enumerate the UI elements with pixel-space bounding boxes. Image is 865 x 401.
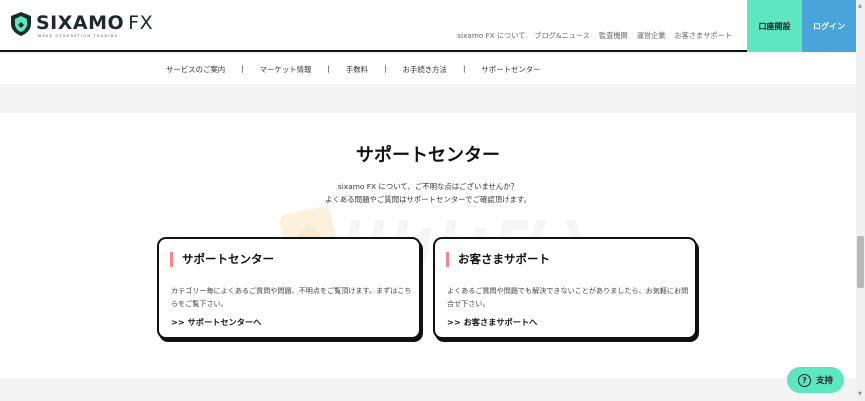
card-heading: お客さまサポート <box>446 252 550 267</box>
logo[interactable]: SIXAMO FX MAKE GENERATION TRADING <box>10 10 154 40</box>
customer-support-card[interactable]: お客さまサポート よくあるご質問や問題でも解決できないことがありましたら、お気軽… <box>433 237 697 339</box>
support-section: サポートセンター sixamo FX について、ご不明な点はございませんか？ よ… <box>0 113 856 378</box>
login-button[interactable]: ログイン <box>802 0 856 52</box>
subnav-services[interactable]: サービスのご案内 <box>166 64 225 75</box>
scroll-up-arrow-icon[interactable]: ▲ <box>858 3 862 9</box>
scroll-thumb[interactable] <box>857 236 864 288</box>
question-icon: ? <box>797 373 811 387</box>
sub-nav: サービスのご案内 | マーケット情報 | 手数料 | お手続き方法 | サポート… <box>0 54 856 84</box>
subnav-procedures[interactable]: お手続き方法 <box>403 64 447 75</box>
top-nav: sixamo FX について ブログ&ニュース 監査機関 運営企業 お客さまサポ… <box>457 31 732 41</box>
nav-blog-news[interactable]: ブログ&ニュース <box>534 31 590 41</box>
logo-tagline: MAKE GENERATION TRADING <box>38 34 119 38</box>
subnav-market[interactable]: マーケット情報 <box>260 64 312 75</box>
support-center-card[interactable]: サポートセンター カテゴリー毎によくあるご質問や問題、不明点をご覧頂けます。まず… <box>157 237 421 339</box>
nav-customer-support[interactable]: お客さまサポート <box>674 31 732 41</box>
card-heading: サポートセンター <box>170 252 274 267</box>
nav-about[interactable]: sixamo FX について <box>457 31 525 41</box>
subnav-divider: | <box>462 64 466 73</box>
subnav-divider: | <box>241 64 244 73</box>
nav-company[interactable]: 運営企業 <box>637 31 666 41</box>
scroll-down-arrow-icon[interactable]: ▼ <box>858 391 862 397</box>
subnav-divider: | <box>384 64 387 73</box>
floating-support-button[interactable]: ? 支持 <box>787 367 844 393</box>
support-center-link[interactable]: >> サポートセンターへ <box>171 316 261 328</box>
subnav-support-center[interactable]: サポートセンター <box>481 64 540 75</box>
open-account-button[interactable]: 口座開設 <box>747 0 802 52</box>
nav-audit[interactable]: 監査機関 <box>599 31 628 41</box>
subnav-divider: | <box>327 64 330 73</box>
page-title: サポートセンター <box>356 145 500 166</box>
support-label: 支持 <box>815 376 833 386</box>
subnav-fees[interactable]: 手数料 <box>346 64 368 75</box>
logo-text: SIXAMO FX <box>36 12 154 34</box>
customer-support-link[interactable]: >> お客さまサポートへ <box>447 316 537 328</box>
shield-logo-icon <box>11 12 31 36</box>
card-body: カテゴリー毎によくあるご質問や問題、不明点をご覧頂けます。まずはこちらをご覧下さ… <box>171 286 412 308</box>
page-scrollbar[interactable]: ▲ ▼ <box>856 0 865 401</box>
site-header: SIXAMO FX MAKE GENERATION TRADING sixamo … <box>0 0 856 52</box>
card-body: よくあるご質問や問題でも解決できないことがありましたら、お気軽にお問合せ下さい。 <box>447 286 689 308</box>
